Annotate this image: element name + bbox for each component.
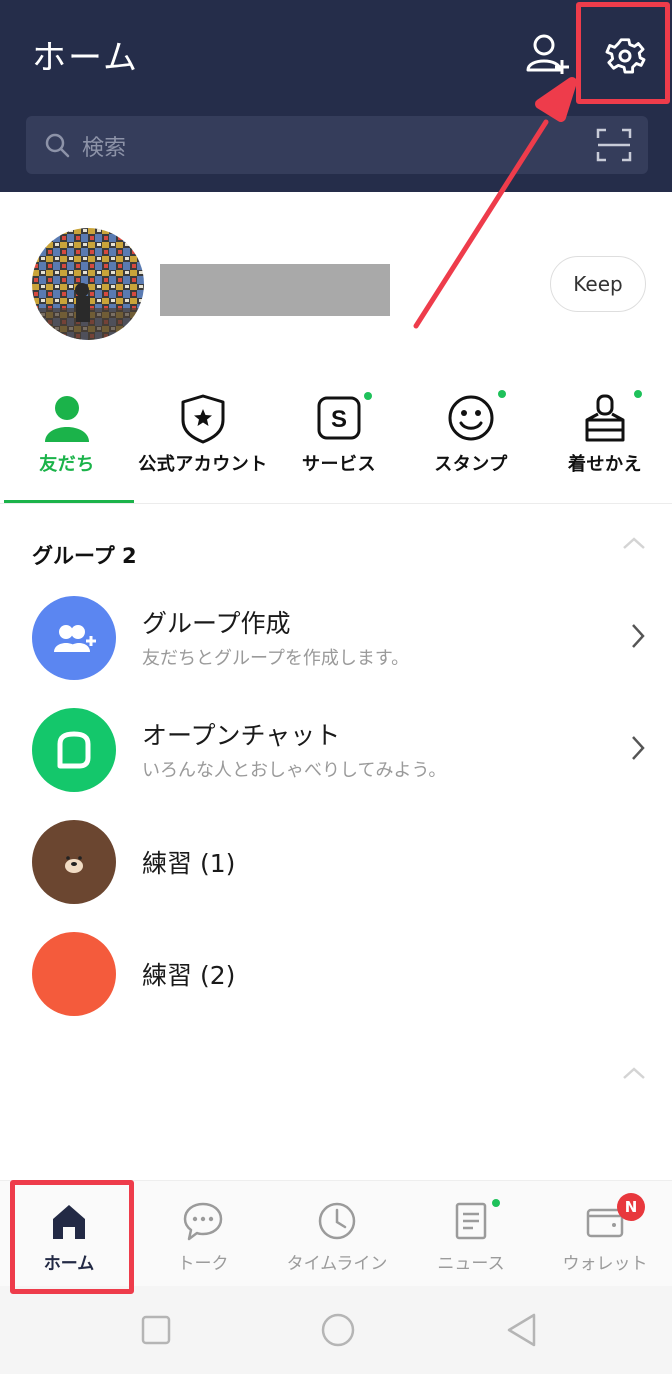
profile-name-redacted: [160, 264, 390, 316]
list-item-title: オープンチャット: [142, 721, 341, 750]
list-item-create-group[interactable]: グループ作成 友だちとグループを作成します。: [0, 584, 672, 694]
tab-themes[interactable]: 着せかえ: [538, 380, 672, 504]
chevron-right-icon: [632, 624, 645, 648]
new-badge: N: [617, 1193, 645, 1221]
back-triangle-icon[interactable]: [502, 1310, 542, 1350]
tab-label: 友だち: [39, 454, 95, 475]
list-item-group[interactable]: 練習 (1): [0, 808, 672, 918]
service-s-icon: S: [317, 396, 361, 440]
list-item-title: グループ作成: [142, 609, 291, 638]
list-item-open-chat[interactable]: オープンチャット いろんな人とおしゃべりしてみよう。: [0, 696, 672, 806]
nav-label: ニュース: [437, 1254, 505, 1274]
tab-stickers[interactable]: スタンプ: [404, 380, 538, 504]
smiley-icon: [448, 395, 494, 441]
orange-avatar: [32, 932, 116, 1016]
search-icon: [45, 133, 70, 158]
nav-news[interactable]: ニュース: [404, 1181, 538, 1287]
list-item-group[interactable]: 練習 (2): [0, 920, 672, 1030]
collapse-chevron-icon[interactable]: [622, 536, 646, 550]
tab-official-accounts[interactable]: 公式アカウント: [136, 380, 270, 504]
list-item-title: 練習 (1): [142, 849, 236, 878]
new-dot: [634, 390, 642, 398]
shield-star-icon: [181, 394, 225, 444]
add-friend-icon: [526, 34, 569, 74]
news-icon: [455, 1202, 487, 1240]
add-friend-button[interactable]: [522, 30, 574, 78]
brush-icon: [585, 394, 625, 442]
new-dot: [492, 1199, 500, 1207]
bear-avatar: [32, 820, 116, 904]
nav-talk[interactable]: トーク: [136, 1181, 270, 1287]
groups-heading: グループ 2: [32, 544, 137, 568]
collapse-chevron-icon[interactable]: [622, 1066, 646, 1080]
search-input[interactable]: 検索: [26, 116, 648, 174]
tab-label: サービス: [302, 454, 376, 475]
highlight-box-home: [10, 1180, 134, 1294]
highlight-box-settings: [576, 2, 670, 104]
clock-icon: [318, 1202, 356, 1240]
nav-wallet[interactable]: N ウォレット: [538, 1181, 672, 1287]
page-title: ホーム: [32, 38, 139, 78]
search-placeholder: 検索: [82, 136, 127, 161]
chevron-right-icon: [632, 736, 645, 760]
line-home-screen: ホーム 検索 Keep 友だち 公式アカウント S サービス スタンプ 着せかえ…: [0, 0, 672, 1374]
profile-avatar[interactable]: [32, 228, 144, 340]
qr-scan-icon[interactable]: [596, 128, 632, 162]
category-tabs: 友だち 公式アカウント S サービス スタンプ 着せかえ: [0, 380, 672, 504]
add-group-icon: [32, 596, 116, 680]
tab-friends[interactable]: 友だち: [0, 380, 134, 504]
nav-label: トーク: [177, 1254, 229, 1274]
person-icon: [45, 396, 89, 442]
list-item-subtitle: いろんな人とおしゃべりしてみよう。: [142, 760, 447, 781]
app-header: ホーム 検索: [0, 0, 672, 192]
open-chat-icon: [32, 708, 116, 792]
home-circle-icon[interactable]: [318, 1310, 358, 1350]
nav-label: タイムライン: [286, 1254, 388, 1274]
nav-timeline[interactable]: タイムライン: [270, 1181, 404, 1287]
tab-label: スタンプ: [434, 454, 508, 475]
tab-label: 着せかえ: [568, 454, 642, 475]
nav-label: ウォレット: [562, 1254, 648, 1274]
svg-text:S: S: [331, 406, 347, 433]
recent-apps-icon[interactable]: [136, 1310, 176, 1350]
keep-button[interactable]: Keep: [550, 256, 646, 312]
system-navigation-bar: [0, 1286, 672, 1374]
new-dot: [498, 390, 506, 398]
tab-services[interactable]: S サービス: [272, 380, 406, 504]
active-tab-indicator: [4, 500, 134, 503]
list-item-subtitle: 友だちとグループを作成します。: [142, 648, 410, 669]
chat-bubble-icon: [183, 1202, 223, 1241]
new-dot: [364, 392, 372, 400]
list-item-title: 練習 (2): [142, 961, 236, 990]
tab-label: 公式アカウント: [138, 454, 268, 475]
